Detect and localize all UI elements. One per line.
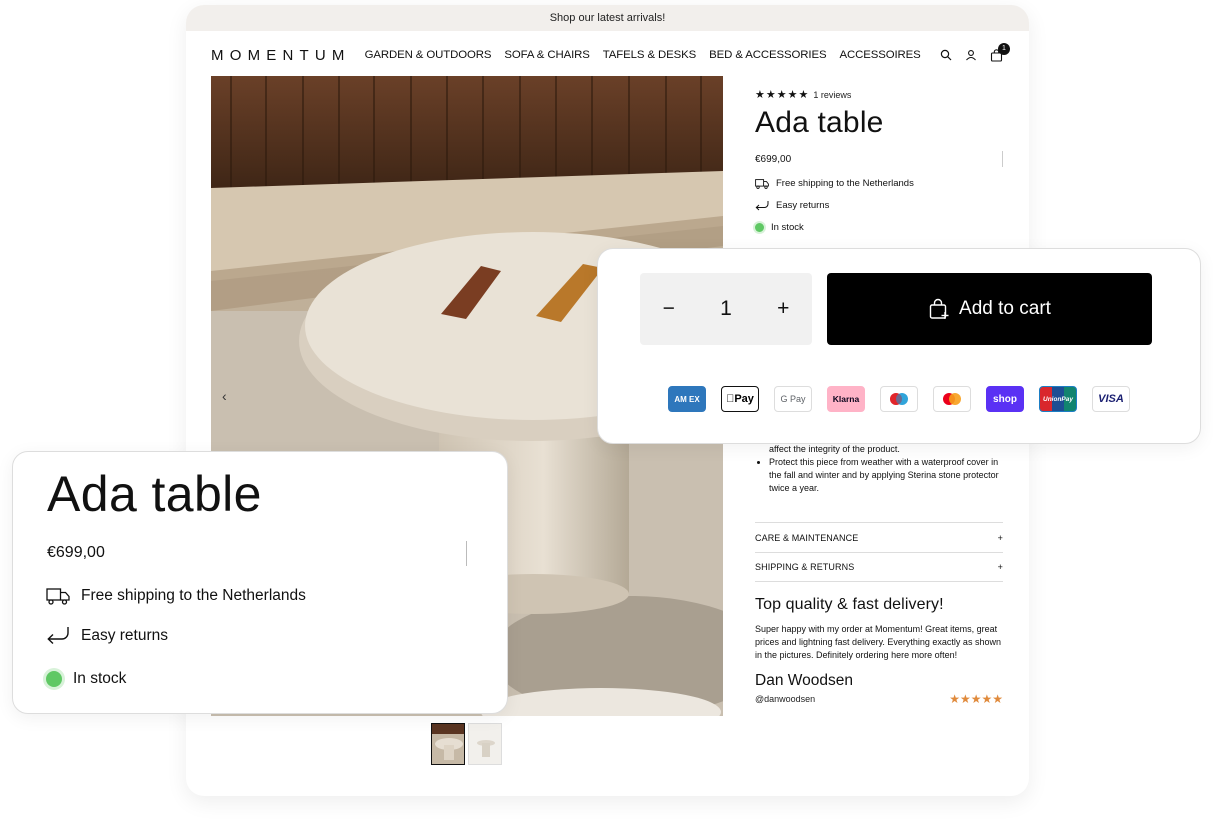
summary-title: Ada table [47, 466, 262, 522]
testimonial: Top quality & fast delivery! Super happy… [755, 596, 1003, 706]
product-price-row: €699,00 [755, 151, 1003, 167]
summary-shipping-text: Free shipping to the Netherlands [81, 587, 306, 604]
testimonial-meta: @danwoodsen ★★★★★ [755, 692, 1003, 706]
rating[interactable]: ★ ★ ★ ★ ★ 1 reviews [755, 88, 1003, 101]
add-to-cart-button[interactable]: Add to cart [827, 273, 1152, 345]
nav-icons: 1 [940, 42, 1010, 62]
nav-item-accessoires[interactable]: ACCESSOIRES [839, 49, 920, 61]
unionpay-icon: UnionPay [1039, 386, 1077, 412]
shipping-feature: Free shipping to the Netherlands [755, 178, 1003, 189]
divider [466, 541, 467, 566]
plus-icon: + [997, 532, 1003, 543]
thumbnail-1[interactable] [431, 723, 465, 765]
cart-icon[interactable]: 1 [990, 42, 1010, 62]
apple-pay-icon: Pay [721, 386, 759, 412]
visa-icon: VISA [1092, 386, 1130, 412]
divider [1002, 151, 1003, 167]
review-count[interactable]: 1 reviews [813, 90, 851, 100]
prev-image-arrow[interactable]: ‹ [222, 388, 227, 404]
testimonial-body: Super happy with my order at Momentum! G… [755, 624, 1001, 660]
summary-shipping: Free shipping to the Netherlands [46, 587, 306, 605]
accordion-shipping[interactable]: SHIPPING & RETURNS + [755, 552, 1003, 582]
description-bullet: Protect this piece from weather with a w… [769, 456, 1003, 495]
summary-stock-text: In stock [73, 670, 127, 687]
quantity-value[interactable]: 1 [720, 297, 732, 321]
description-line: affect the integrity of the product. [769, 444, 900, 454]
klarna-icon: Klarna [827, 386, 865, 412]
summary-returns: Easy returns [46, 626, 168, 646]
search-icon[interactable] [940, 49, 952, 61]
star-icon: ★ [787, 89, 798, 101]
testimonial-stars: ★★★★★ [949, 692, 1003, 706]
plus-icon: + [997, 562, 1003, 572]
product-summary-card: Ada table €699,00 Free shipping to the N… [12, 451, 508, 714]
product-price: €699,00 [755, 153, 792, 165]
decrease-quantity-button[interactable]: − [663, 297, 675, 321]
announcement-text: Shop our latest arrivals! [549, 12, 666, 24]
add-to-cart-label: Add to cart [959, 298, 1051, 319]
testimonial-title: Top quality & fast delivery! [755, 596, 944, 613]
main-nav: MOMENTUM GARDEN & OUTDOORS SOFA & CHAIRS… [211, 42, 1010, 65]
maestro-circles-icon [890, 393, 908, 405]
announcement-bar: Shop our latest arrivals! [186, 5, 1029, 31]
star-icon: ★ [765, 89, 776, 101]
returns-text: Easy returns [776, 200, 830, 211]
nav-menu: GARDEN & OUTDOORS SOFA & CHAIRS TAFELS &… [365, 49, 921, 61]
in-stock-dot-icon [755, 223, 764, 232]
logo[interactable]: MOMENTUM [211, 47, 351, 64]
shipping-text: Free shipping to the Netherlands [776, 178, 914, 189]
testimonial-handle: @danwoodsen [755, 694, 816, 704]
return-arrow-icon [755, 201, 769, 211]
add-to-cart-card: − 1 + Add to cart AM EX Pay G Pay Klarn… [597, 248, 1201, 444]
quantity-stepper: − 1 + [640, 273, 812, 345]
return-arrow-icon [47, 627, 69, 645]
accordion-label: CARE & MAINTENANCE [755, 532, 859, 543]
cart-count-badge: 1 [998, 42, 1010, 55]
apple-pay-label: Pay [730, 393, 754, 405]
mastercard-icon [933, 386, 971, 412]
returns-feature: Easy returns [755, 200, 1003, 211]
image-thumbnails [431, 723, 502, 765]
user-icon[interactable] [965, 49, 977, 61]
star-icon: ★ [798, 89, 809, 101]
in-stock-dot-icon [46, 671, 62, 687]
shop-pay-icon: shop [986, 386, 1024, 412]
truck-icon [755, 178, 769, 189]
nav-item-bed[interactable]: BED & ACCESSORIES [709, 49, 826, 61]
truck-icon [46, 587, 70, 605]
testimonial-author: Dan Woodsen [755, 672, 853, 689]
increase-quantity-button[interactable]: + [777, 297, 789, 321]
star-icon: ★ [776, 89, 787, 101]
product-description: affect the integrity of the product. Pro… [755, 443, 1003, 495]
accordion-label: SHIPPING & RETURNS [755, 562, 855, 572]
thumbnail-2[interactable] [468, 723, 502, 765]
nav-item-garden[interactable]: GARDEN & OUTDOORS [365, 49, 492, 61]
nav-item-sofa[interactable]: SOFA & CHAIRS [504, 49, 590, 61]
mastercard-circles-icon [943, 393, 961, 405]
payment-methods: AM EX Pay G Pay Klarna shop UnionPay VI… [668, 386, 1130, 412]
maestro-icon [880, 386, 918, 412]
product-title: Ada table [755, 106, 884, 139]
summary-returns-text: Easy returns [81, 627, 169, 644]
summary-stock: In stock [46, 670, 126, 688]
accordion-care[interactable]: CARE & MAINTENANCE + [755, 522, 1003, 552]
stock-text: In stock [771, 222, 804, 233]
google-pay-icon: G Pay [774, 386, 812, 412]
star-icon: ★ [755, 89, 765, 101]
amex-icon: AM EX [668, 386, 706, 412]
shopping-bag-icon [929, 298, 949, 319]
stock-feature: In stock [755, 222, 1003, 233]
nav-item-tafels[interactable]: TAFELS & DESKS [603, 49, 696, 61]
product-info: ★ ★ ★ ★ ★ 1 reviews Ada table €699,00 Free s… [755, 88, 1003, 233]
summary-price: €699,00 [47, 544, 105, 561]
